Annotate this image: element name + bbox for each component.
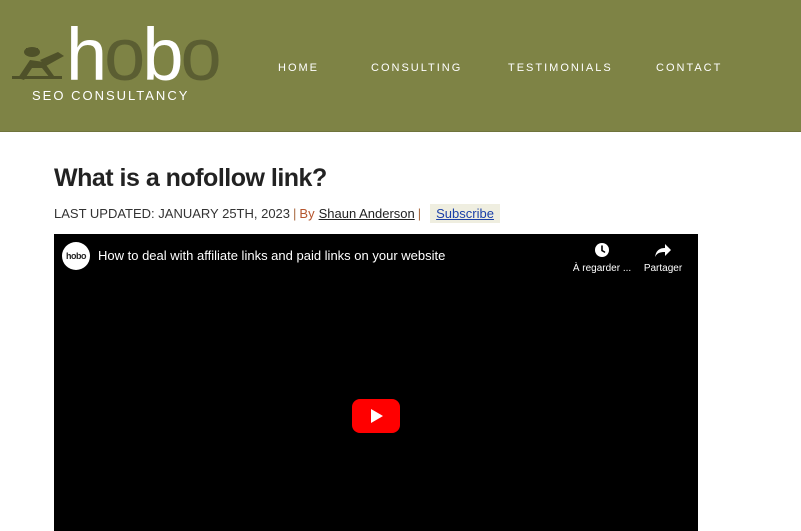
nav-item-home[interactable]: HOME (278, 62, 319, 74)
last-updated-date: LAST UPDATED: JANUARY 25TH, 2023 (54, 206, 291, 221)
nav-item-testimonials[interactable]: TESTIMONIALS (508, 62, 613, 74)
nav-item-consulting[interactable]: CONSULTING (371, 62, 462, 74)
by-label: By (299, 206, 315, 221)
subscribe-link[interactable]: Subscribe (430, 204, 500, 223)
share-button[interactable]: Partager (631, 242, 695, 274)
site-logo[interactable]: hobo SEO CONSULTANCY (10, 14, 222, 114)
nav-item-contact[interactable]: CONTACT (656, 62, 722, 74)
clock-icon (595, 243, 609, 257)
site-header: hobo SEO CONSULTANCY HOME CONSULTING TES… (0, 0, 801, 132)
logo-letter-b: b (142, 13, 183, 96)
logo-tagline: SEO CONSULTANCY (32, 88, 190, 103)
logo-wordmark: hobo (66, 18, 222, 92)
youtube-video-embed[interactable]: hobo How to deal with affiliate links an… (54, 234, 698, 531)
post-meta: LAST UPDATED: JANUARY 25TH, 2023 | By Sh… (54, 204, 500, 223)
channel-avatar[interactable]: hobo (62, 242, 90, 270)
logo-letter-o: o (104, 13, 145, 96)
author-link[interactable]: Shaun Anderson (319, 206, 415, 221)
meta-separator-2: | (417, 206, 422, 221)
logo-letter-o2: o (180, 13, 221, 96)
watch-later-label: À regarder ... (572, 263, 632, 274)
page-title: What is a nofollow link? (54, 164, 327, 192)
logo-letter-h: h (66, 13, 107, 96)
video-title[interactable]: How to deal with affiliate links and pai… (98, 248, 445, 263)
share-icon (655, 244, 671, 257)
watch-later-button[interactable]: À regarder ... (570, 242, 634, 274)
youtube-play-icon[interactable] (352, 399, 400, 433)
share-label: Partager (643, 263, 683, 274)
meta-separator: | (293, 206, 297, 221)
